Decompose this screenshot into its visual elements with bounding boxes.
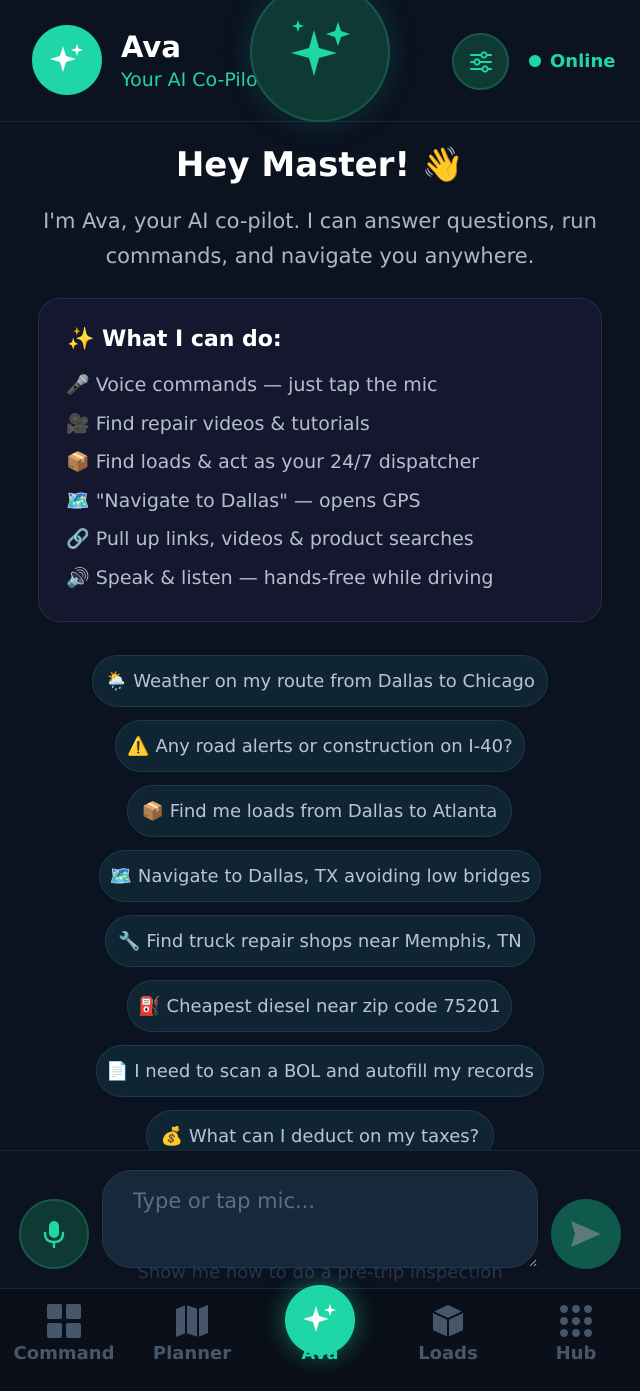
map-icon	[174, 1303, 210, 1339]
nav-tab-planner[interactable]: Planner	[128, 1289, 256, 1391]
capability-item: 🗺️ "Navigate to Dallas" — opens GPS	[66, 489, 421, 512]
box-icon	[430, 1303, 466, 1339]
nav-label: Hub	[555, 1343, 597, 1364]
greeting-title: Hey Master! 👋	[175, 145, 465, 185]
assistant-subtitle: Your AI Co-Pilot	[121, 69, 266, 91]
header: Ava Your AI Co-Pilot Online	[0, 0, 640, 122]
online-status: Online	[550, 51, 616, 72]
grid-icon	[46, 1303, 82, 1339]
suggestion-list: 🌦️ Weather on my route from Dallas to Ch…	[0, 655, 640, 1150]
nav-ava-button[interactable]	[285, 1285, 355, 1355]
mic-icon	[43, 1221, 65, 1249]
mic-button[interactable]	[19, 1199, 89, 1269]
suggestion-chip[interactable]: 💰 What can I deduct on my taxes?	[146, 1110, 494, 1150]
nav-label: Planner	[152, 1343, 232, 1364]
nav-tab-hub[interactable]: Hub	[512, 1289, 640, 1391]
greeting-body: I'm Ava, your AI co-pilot. I can answer …	[43, 209, 597, 268]
suggestion-chip[interactable]: 📄 I need to scan a BOL and autofill my r…	[96, 1045, 544, 1097]
suggestion-chip[interactable]: 📦 Find me loads from Dallas to Atlanta	[127, 785, 512, 837]
sparkle-icon	[291, 20, 350, 76]
capability-item: 📦 Find loads & act as your 24/7 dispatch…	[66, 451, 480, 473]
suggestion-chip[interactable]: ⚠️ Any road alerts or construction on I-…	[115, 720, 525, 772]
suggestion-chip[interactable]: ⛽ Cheapest diesel near zip code 75201	[127, 980, 512, 1032]
sliders-icon	[469, 50, 492, 73]
suggestion-chip[interactable]: 🗺️ Navigate to Dallas, TX avoiding low b…	[99, 850, 541, 902]
ava-orb[interactable]	[250, 0, 390, 122]
sparkle-icon	[50, 44, 83, 72]
capabilities-title: ✨ What I can do:	[67, 327, 282, 352]
app-root: Ava Your AI Co-Pilot Online Hey Master! …	[0, 0, 640, 1391]
suggestion-chip[interactable]: 🔧 Find truck repair shops near Memphis, …	[105, 915, 535, 967]
nav-label: Loads	[418, 1343, 478, 1364]
capability-item: 🔗 Pull up links, videos & product search…	[66, 528, 474, 550]
message-input[interactable]	[102, 1170, 538, 1268]
nav-label: Command	[13, 1343, 115, 1364]
send-icon	[571, 1221, 601, 1247]
sparkle-icon	[303, 1304, 336, 1332]
assistant-name: Ava	[121, 30, 181, 64]
settings-button[interactable]	[452, 33, 509, 90]
send-button[interactable]	[551, 1199, 621, 1269]
suggestion-chip[interactable]: 🌦️ Weather on my route from Dallas to Ch…	[92, 655, 548, 707]
capability-item: 🎥 Find repair videos & tutorials	[66, 412, 370, 435]
online-status-dot	[529, 55, 541, 67]
nav-tab-command[interactable]: Command	[0, 1289, 128, 1391]
capability-item: 🎤 Voice commands — just tap the mic	[66, 374, 438, 396]
dots-grid-icon	[558, 1303, 594, 1339]
capabilities-list: 🎤 Voice commands — just tap the mic 🎥 Fi…	[66, 373, 493, 604]
capability-item: 🔊 Speak & listen — hands-free while driv…	[66, 566, 494, 589]
ava-avatar[interactable]	[32, 25, 102, 95]
nav-tab-loads[interactable]: Loads	[384, 1289, 512, 1391]
capabilities-card: ✨ What I can do: 🎤 Voice commands — just…	[38, 298, 602, 622]
